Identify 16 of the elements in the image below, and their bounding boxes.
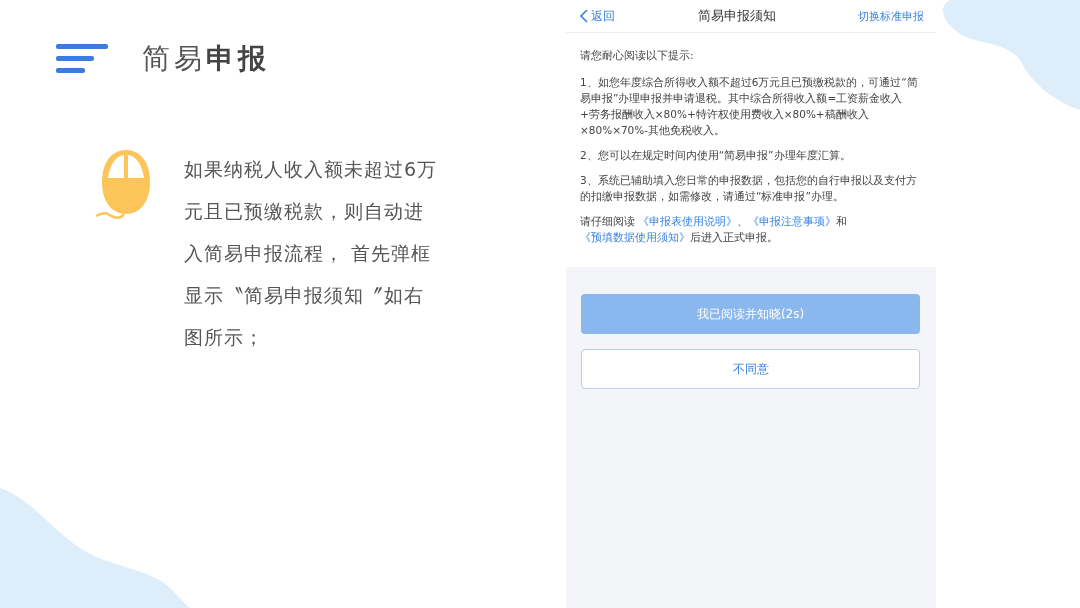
document-link[interactable]: 《申报表使用说明》 [638,215,738,227]
notice-item: 1、如您年度综合所得收入额不超过6万元且已预缴税款的，可通过“简易申报”办理申报并申请退税。其中综合所得收入额=工资薪金收入+劳务报酬收入×80%+特许权使用费收入×80%+稿酬收入×80%×70%-其他免税收入。 [580,75,919,138]
back-chevron-icon[interactable] [580,9,588,23]
notice-item: 2、您可以在规定时间内使用“简易申报”办理年度汇算。 [580,148,852,163]
disagree-button[interactable]: 不同意 [581,349,920,389]
menu-icon [56,44,108,74]
intro-text: 请您耐心阅读以下提示: [580,48,695,63]
screen-title: 简易申报须知 [697,7,776,25]
slide-title: 简易申报 [142,41,270,77]
switch-mode-link[interactable]: 切换标准申报 [858,8,924,24]
document-link[interactable]: 《预填数据使用须知》 [580,231,690,243]
notice-item: 3、系统已辅助填入您日常的申报数据，包括您的自行申报以及支付方的扣缴申报数据，如需修改，请通过“标准申报”办理。 [580,173,918,204]
closing-text: 请仔细阅读 《申报表使用说明》、《申报注意事项》和 《预填数据使用须知》后进入正式申报。 [580,214,849,245]
back-link[interactable]: 返回 [580,7,615,25]
document-link[interactable]: 《申报注意事项》 [748,215,837,227]
description-text: 如果纳税人收入额未超过6万元且已预缴税款，则自动进入简易申报流程， 首先弹框显示〝简易申报须知〞如右图所示； [184,157,439,350]
